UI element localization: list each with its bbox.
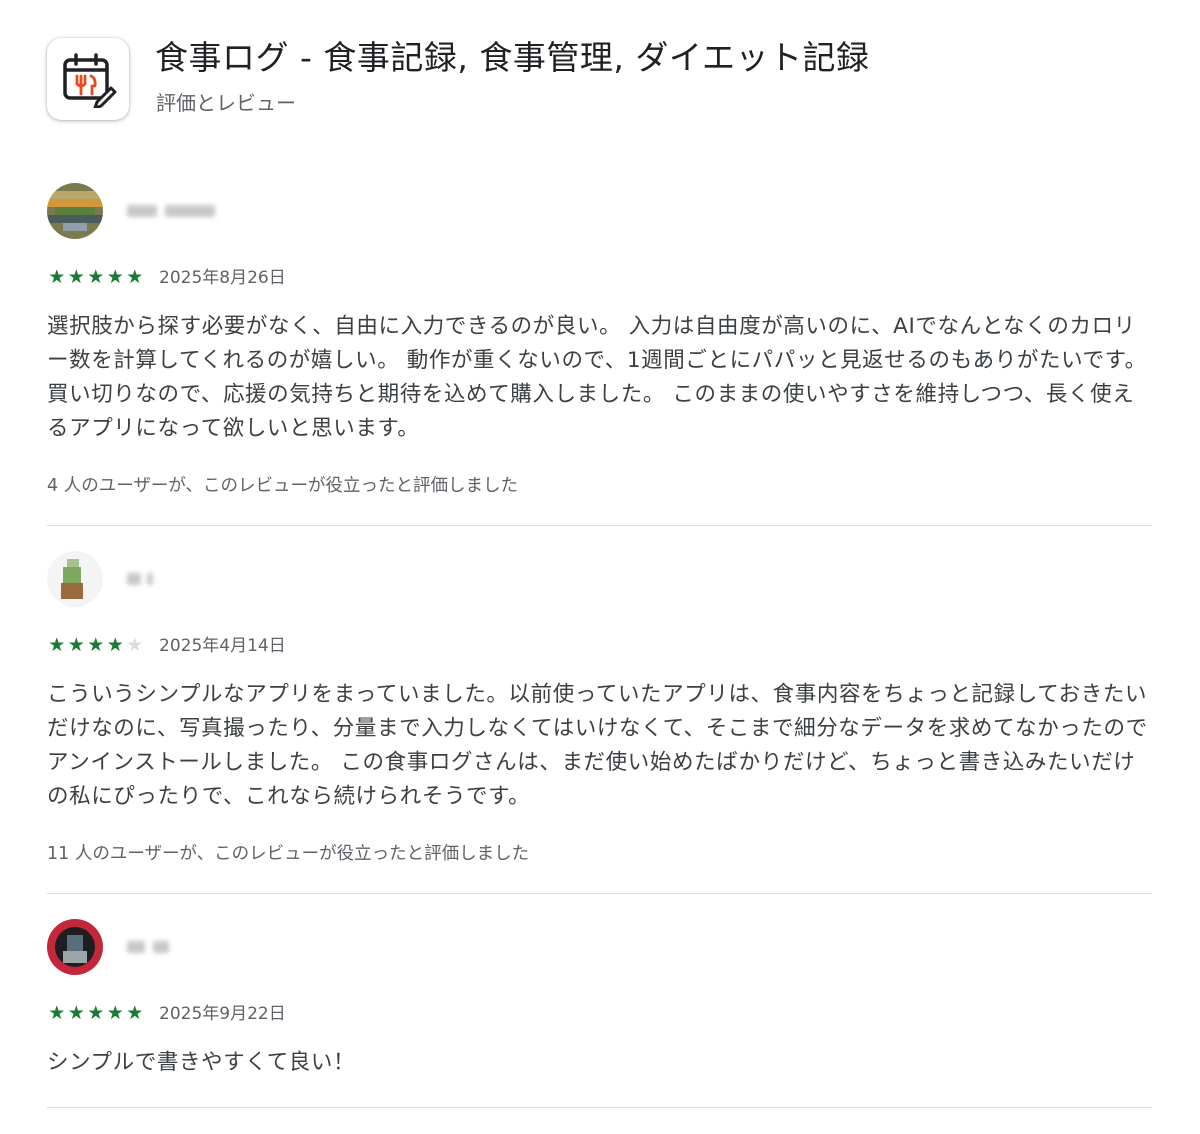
review-text: こういうシンプルなアプリをまっていました。以前使っていたアプリは、食事内容をちょ… — [47, 682, 1148, 809]
reviewer-name — [127, 569, 217, 589]
app-title: 食事ログ - 食事記録, 食事管理, ダイエット記録 — [155, 38, 870, 77]
helpful-count: 11 人のユーザーが、このレビューが役立ったと評価しました — [47, 844, 530, 864]
star-icon: ★ — [87, 1002, 105, 1024]
star-icon: ★ — [106, 1002, 124, 1024]
reviewer-name — [127, 201, 217, 221]
star-icon: ★ — [87, 634, 105, 656]
rating-row: ★ ★ ★ ★ ★ 2025年4月14日 — [47, 635, 447, 659]
avatar[interactable] — [47, 551, 103, 607]
helpful-count: 4 人のユーザーが、このレビューが役立ったと評価しました — [47, 476, 518, 496]
review-text: 選択肢から探す必要がなく、自由に入力できるのが良い。 入力は自由度が高いのに、A… — [47, 314, 1147, 441]
star-icon: ★ — [48, 634, 66, 656]
review-item: ★ ★ ★ ★ ★ 2025年4月14日 こういうシンプルなアプリをまっていまし… — [47, 551, 1152, 896]
app-icon[interactable] — [47, 38, 129, 120]
star-icon: ★ — [48, 266, 66, 288]
star-rating: ★ ★ ★ ★ ★ — [47, 635, 145, 659]
review-item: ★ ★ ★ ★ ★ 2025年8月26日 選択肢から探す必要がなく、自由に入力で… — [47, 183, 1152, 528]
divider — [47, 525, 1152, 526]
star-icon: ★ — [106, 634, 124, 656]
star-icon: ★ — [48, 1002, 66, 1024]
reviewer-name — [127, 937, 217, 957]
star-rating: ★ ★ ★ ★ ★ — [47, 267, 145, 291]
star-icon: ★ — [126, 266, 144, 288]
review-text: シンプルで書きやすくて良い！ — [47, 1050, 356, 1075]
star-icon: ★ — [67, 1002, 85, 1024]
divider — [47, 1107, 1152, 1108]
star-icon: ★ — [67, 266, 85, 288]
star-icon: ★ — [87, 266, 105, 288]
review-date: 2025年9月22日 — [159, 1004, 286, 1024]
star-icon: ★ — [106, 266, 124, 288]
review-item: ★ ★ ★ ★ ★ 2025年9月22日 シンプルで書きやすくて良い！ — [47, 919, 1152, 1114]
review-date: 2025年4月14日 — [159, 636, 286, 656]
divider — [47, 893, 1152, 894]
star-icon: ★ — [126, 1002, 144, 1024]
avatar[interactable] — [47, 919, 103, 975]
ratings-reviews-subtitle: 評価とレビュー — [156, 91, 296, 115]
calendar-fork-pencil-icon — [63, 53, 117, 108]
review-date: 2025年8月26日 — [159, 268, 286, 288]
star-icon: ★ — [67, 634, 85, 656]
rating-row: ★ ★ ★ ★ ★ 2025年9月22日 — [47, 1003, 447, 1027]
app-header: 食事ログ - 食事記録, 食事管理, ダイエット記録 評価とレビュー — [47, 38, 1157, 128]
star-rating: ★ ★ ★ ★ ★ — [47, 1003, 145, 1027]
rating-row: ★ ★ ★ ★ ★ 2025年8月26日 — [47, 267, 447, 291]
avatar[interactable] — [47, 183, 103, 239]
star-empty-icon: ★ — [126, 634, 144, 656]
